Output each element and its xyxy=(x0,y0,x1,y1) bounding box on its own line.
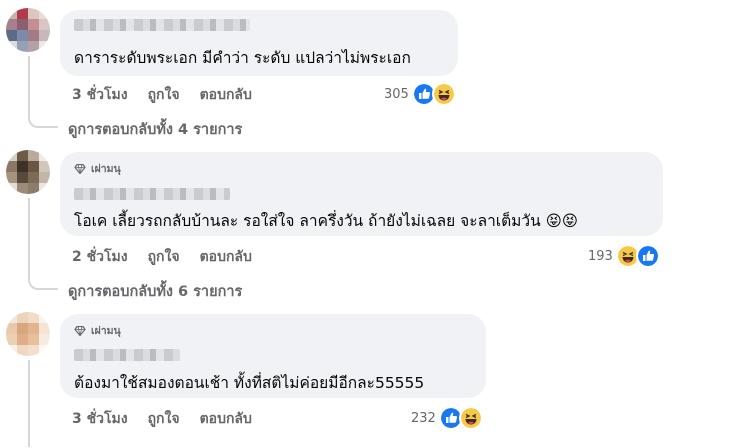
haha-icon xyxy=(458,406,483,430)
comment-time[interactable]: 3 ชั่วโมง xyxy=(72,84,128,106)
reaction-count: 193 xyxy=(588,248,613,264)
reaction-summary[interactable]: 232 xyxy=(411,406,483,430)
comment-bubble: เผ่ามนุ โอเค เลี้ยวรถกลับบ้านละ รอใส่ใจ … xyxy=(60,152,663,236)
thread-elbow xyxy=(28,112,58,128)
haha-icon xyxy=(431,82,456,106)
avatar[interactable] xyxy=(6,150,50,194)
reply-button[interactable]: ตอบกลับ xyxy=(200,84,252,106)
comment-text: โอเค เลี้ยวรถกลับบ้านละ รอใส่ใจ ลาครึ่งว… xyxy=(74,212,578,230)
reaction-summary[interactable]: 305 xyxy=(384,82,456,106)
fan-badge: เผ่ามนุ xyxy=(74,160,121,177)
badge-label: เผ่ามนุ xyxy=(91,163,121,175)
comment-bubble: ดาราระดับพระเอก มีคำว่า ระดับ แปลว่าไม่พ… xyxy=(60,10,458,76)
comment-actions: 3 ชั่วโมง ถูกใจ ตอบกลับ xyxy=(72,408,252,430)
reply-button[interactable]: ตอบกลับ xyxy=(200,246,252,268)
like-icon xyxy=(635,244,660,268)
diamond-icon xyxy=(74,325,86,336)
diamond-icon xyxy=(74,163,86,174)
reply-button[interactable]: ตอบกลับ xyxy=(200,408,252,430)
comment-time[interactable]: 3 ชั่วโมง xyxy=(72,408,128,430)
reaction-count: 232 xyxy=(411,410,436,426)
badge-label: เผ่ามนุ xyxy=(91,325,121,337)
avatar[interactable] xyxy=(6,8,50,52)
like-button[interactable]: ถูกใจ xyxy=(148,246,180,268)
comment-actions: 3 ชั่วโมง ถูกใจ ตอบกลับ xyxy=(72,84,252,106)
comment-text: ดาราระดับพระเอก มีคำว่า ระดับ แปลว่าไม่พ… xyxy=(74,49,411,67)
reaction-count: 305 xyxy=(384,86,409,102)
commenter-name-blurred[interactable] xyxy=(74,19,250,31)
avatar[interactable] xyxy=(6,312,50,356)
comment-time[interactable]: 2 ชั่วโมง xyxy=(72,246,128,268)
like-button[interactable]: ถูกใจ xyxy=(148,408,180,430)
comment-actions: 2 ชั่วโมง ถูกใจ ตอบกลับ xyxy=(72,246,252,268)
comment-bubble: เผ่ามนุ ต้องมาใช้สมองตอนเช้า ทั้งที่สติไ… xyxy=(60,314,486,398)
thread-elbow xyxy=(28,274,58,290)
like-button[interactable]: ถูกใจ xyxy=(148,84,180,106)
reaction-summary[interactable]: 193 xyxy=(588,244,660,268)
thread-line xyxy=(28,56,30,113)
thread-line xyxy=(28,360,30,447)
view-replies-link[interactable]: ดูการตอบกลับทั้ง 4 รายการ xyxy=(68,118,242,141)
commenter-name-blurred[interactable] xyxy=(74,188,230,200)
comment-text: ต้องมาใช้สมองตอนเช้า ทั้งที่สติไม่ค่อยมี… xyxy=(74,374,425,392)
view-replies-link[interactable]: ดูการตอบกลับทั้ง 6 รายการ xyxy=(68,280,242,303)
commenter-name-blurred[interactable] xyxy=(74,349,180,361)
fan-badge: เผ่ามนุ xyxy=(74,322,121,339)
thread-line xyxy=(28,198,30,275)
